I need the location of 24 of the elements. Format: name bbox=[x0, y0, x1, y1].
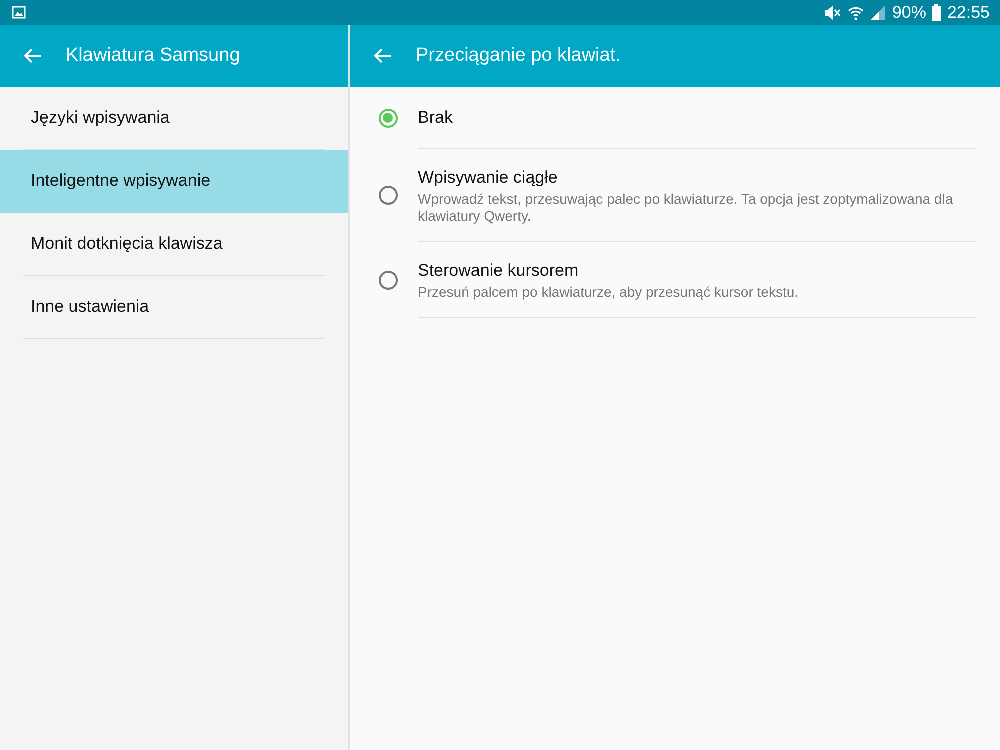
option-description: Przesuń palcem po klawiaturze, aby przesunąć kursor tekstu. bbox=[418, 284, 800, 301]
back-button[interactable] bbox=[24, 48, 42, 64]
option-description: Wprowadź tekst, przesuwając palec po klawiaturze. Ta opcja jest zoptymalizowana dla klawiatury Qwerty. bbox=[418, 191, 954, 225]
option-label: Sterowanie kursorem bbox=[418, 261, 580, 281]
radio-button[interactable] bbox=[378, 108, 398, 128]
mute-icon bbox=[822, 4, 842, 20]
radio-button[interactable] bbox=[378, 270, 398, 290]
settings-item[interactable]: Inne ustawienia bbox=[23, 276, 325, 339]
option-label: Wpisywanie ciągłe bbox=[418, 168, 559, 188]
screen-title: Przeciąganie po klawiat. bbox=[416, 45, 621, 67]
settings-item[interactable]: Inteligentne wpisywanie bbox=[0, 150, 348, 213]
settings-item[interactable]: Monit dotknięcia klawisza bbox=[23, 213, 325, 276]
battery-icon bbox=[932, 4, 942, 21]
back-arrow-icon bbox=[374, 48, 392, 64]
back-button[interactable] bbox=[374, 48, 392, 64]
option-label: Brak bbox=[418, 108, 454, 128]
radio-button[interactable] bbox=[378, 186, 398, 205]
screen-title: Klawiatura Samsung bbox=[66, 45, 240, 67]
signal-icon bbox=[870, 4, 886, 20]
image-icon bbox=[12, 6, 26, 19]
wifi-icon bbox=[848, 4, 864, 20]
back-arrow-icon bbox=[24, 48, 42, 64]
battery-percent: 90% bbox=[892, 2, 926, 22]
clock: 22:55 bbox=[947, 2, 990, 22]
